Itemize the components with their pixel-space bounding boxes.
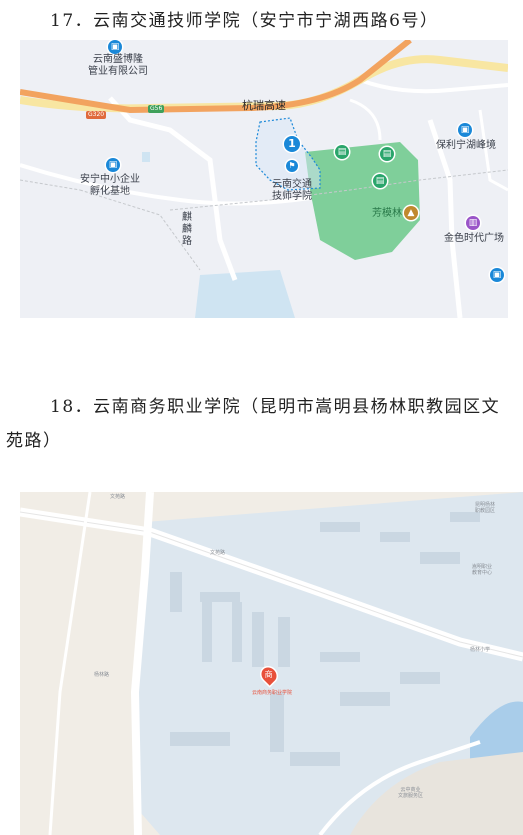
shield-g56: G56 <box>148 105 165 113</box>
poi-green-icon-2[interactable]: ▤ <box>380 147 394 161</box>
label-poly: 保利宁湖峰境 <box>436 140 496 151</box>
label-plaza: 金色时代广场 <box>444 233 504 244</box>
shield-g320: G320 <box>86 111 107 119</box>
plaza-pin-icon[interactable]: ▥ <box>466 216 480 230</box>
poi-blue-pin-icon[interactable]: ▣ <box>490 268 504 282</box>
school-marker-icon[interactable]: 1 <box>284 136 300 152</box>
label-incubator: 安宁中小企业 孵化基地 <box>80 174 140 197</box>
label-road-mid: 文苑路 <box>210 550 226 556</box>
label-school: 云南交通 技师学院 <box>272 179 312 202</box>
green-park <box>305 142 420 260</box>
heading-item-18: 18．云南商务职业学院（昆明市嵩明县杨林职教园区文 <box>50 397 501 417</box>
label-business-school: 云南商务职业学院 <box>252 690 293 696</box>
label-mid-right: 嵩明职业 教育中心 <box>472 564 493 576</box>
label-top-right: 昆明杨林 职教园区 <box>475 502 496 514</box>
company-pin-icon[interactable]: ▣ <box>108 40 122 54</box>
incubator-pin-icon[interactable]: ▣ <box>106 158 120 172</box>
label-bottom-right: 杨林小学 <box>470 647 491 653</box>
map2-canvas <box>20 492 523 835</box>
label-company: 云南盛博隆 管业有限公司 <box>88 54 148 77</box>
label-highway: 杭瑞高速 <box>242 99 286 112</box>
forest-pin-icon[interactable]: ▲ <box>404 206 418 220</box>
pond <box>142 152 150 162</box>
map-yunnan-transport-college[interactable]: ▣ 云南盛博隆 管业有限公司 杭瑞高速 G56 G320 ▣ 安宁中小企业 孵化… <box>20 40 508 318</box>
label-road-qilin: 麒 麟 路 <box>182 212 192 247</box>
heading-item-17: 17．云南交通技师学院（安宁市宁湖西路6号） <box>50 11 439 31</box>
school-pin-icon[interactable]: ⚑ <box>286 160 298 172</box>
label-road-left: 杨林路 <box>94 672 110 678</box>
map-yunnan-business-college[interactable]: 文苑路 文苑路 杨林路 昆明杨林 职教园区 嵩明职业 教育中心 杨林小学 云中商… <box>20 492 523 835</box>
label-forest: 芳模林 <box>372 208 402 219</box>
poly-pin-icon[interactable]: ▣ <box>458 123 472 137</box>
poi-green-icon-1[interactable]: ▤ <box>335 145 349 159</box>
label-road-top: 文苑路 <box>110 494 126 500</box>
water-body <box>195 270 295 318</box>
heading-item-18-cont: 苑路） <box>6 431 62 451</box>
poi-green-icon-3[interactable]: ▤ <box>373 174 387 188</box>
label-bottom-mid: 云中商业 文旅服务区 <box>398 787 424 799</box>
